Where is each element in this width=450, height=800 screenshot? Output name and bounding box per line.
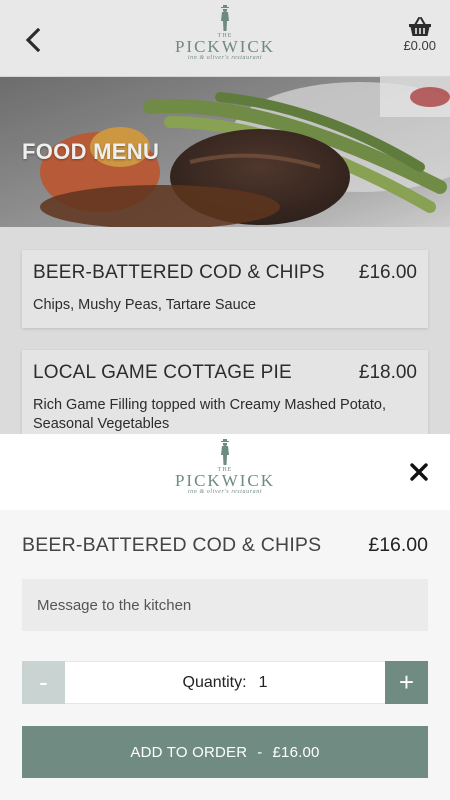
pickwick-figure-icon <box>221 439 229 465</box>
quantity-stepper: - Quantity: 1 + <box>22 661 428 704</box>
add-to-order-separator: - <box>257 743 263 761</box>
logo-tagline: inn & oliver's restaurant <box>187 489 263 495</box>
item-sheet-header: THE PICKWICK inn & oliver's restaurant <box>0 434 450 510</box>
quantity-display: Quantity: 1 <box>65 661 385 704</box>
item-price: £16.00 <box>368 534 428 556</box>
close-icon <box>410 463 428 481</box>
add-to-order-label: ADD TO ORDER <box>130 743 248 761</box>
item-title-row: BEER-BATTERED COD & CHIPS £16.00 <box>22 534 428 557</box>
add-to-order-price: £16.00 <box>272 743 320 761</box>
kitchen-message-input[interactable] <box>22 579 428 631</box>
restaurant-logo: THE PICKWICK inn & oliver's restaurant <box>165 439 285 496</box>
item-sheet: BEER-BATTERED COD & CHIPS £16.00 - Quant… <box>0 510 450 800</box>
quantity-label: Quantity: <box>182 673 247 691</box>
quantity-increase-button[interactable]: + <box>385 661 428 704</box>
logo-name: PICKWICK <box>174 471 276 490</box>
quantity-decrease-button[interactable]: - <box>22 661 65 704</box>
close-button[interactable] <box>406 459 432 485</box>
quantity-value: 1 <box>258 673 268 691</box>
item-name: BEER-BATTERED COD & CHIPS <box>22 534 322 556</box>
add-to-order-button[interactable]: ADD TO ORDER - £16.00 <box>22 726 428 778</box>
